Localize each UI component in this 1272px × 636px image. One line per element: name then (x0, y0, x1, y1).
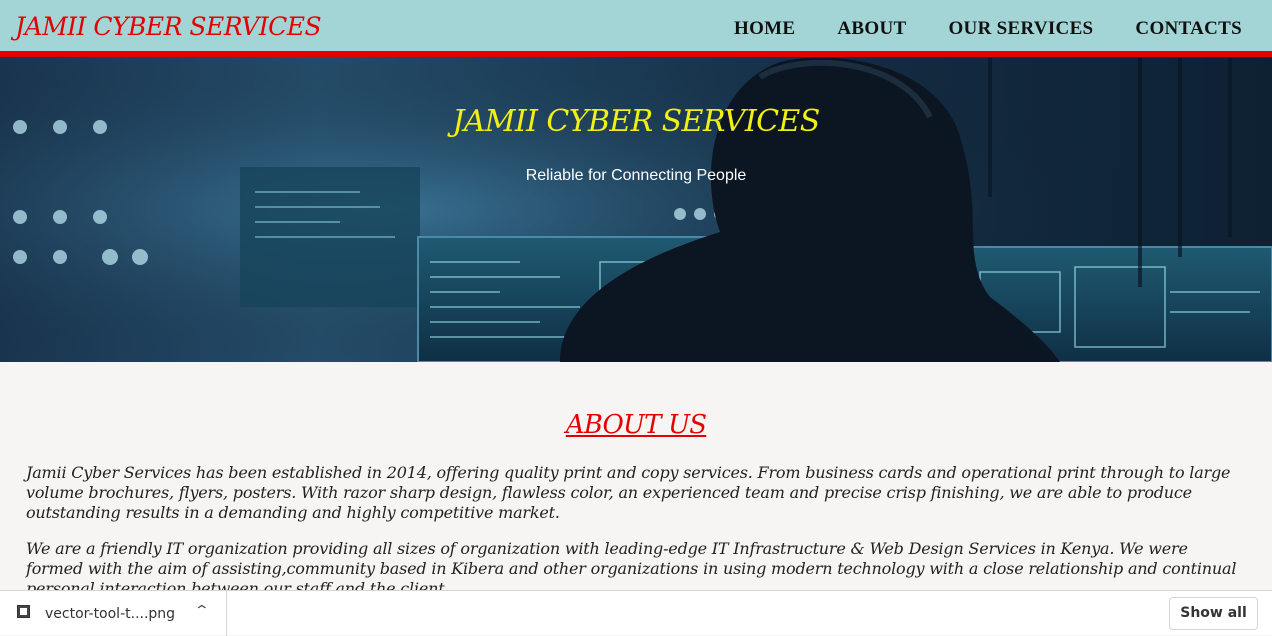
nav-home-link[interactable]: HOME (734, 18, 795, 40)
hero-subtitle: Reliable for Connecting People (525, 167, 747, 184)
download-file-name: vector-tool-t....png (45, 606, 176, 622)
download-item[interactable]: vector-tool-t....png ⌃ (0, 591, 227, 636)
nav-contacts-link[interactable]: CONTACTS (1135, 18, 1242, 40)
nav-about-link[interactable]: ABOUT (837, 18, 906, 40)
hero-background-image (0, 57, 1272, 362)
about-paragraph-2: We are a friendly IT organization provid… (26, 539, 1237, 590)
nav-links: HOME ABOUT OUR SERVICES CONTACTS (692, 18, 1242, 40)
hero-banner: JAMII CYBER SERVICES Reliable for Connec… (0, 57, 1272, 362)
image-file-icon (17, 605, 30, 618)
show-all-button[interactable]: Show all (1169, 597, 1258, 630)
nav-our-services-link[interactable]: OUR SERVICES (948, 18, 1093, 40)
about-heading: ABOUT US (565, 410, 707, 440)
chevron-up-icon[interactable]: ⌃ (194, 603, 210, 619)
hero-title: JAMII CYBER SERVICES (452, 104, 820, 139)
about-paragraph-1: Jamii Cyber Services has been establishe… (26, 463, 1231, 522)
download-shelf: vector-tool-t....png ⌃ Show all (0, 590, 1272, 636)
about-section: ABOUT US Jamii Cyber Services has been e… (0, 362, 1272, 590)
top-navbar: JAMII CYBER SERVICES HOME ABOUT OUR SERV… (0, 0, 1272, 57)
site-brand-logo[interactable]: JAMII CYBER SERVICES (15, 12, 322, 41)
